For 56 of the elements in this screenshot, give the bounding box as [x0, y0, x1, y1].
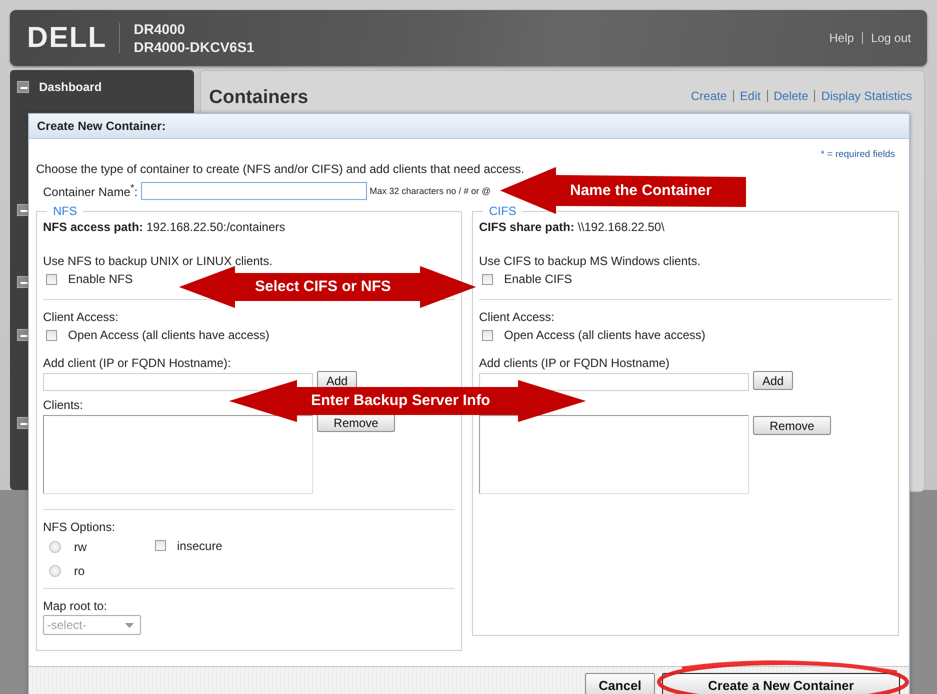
- share-path: NFS access path: 192.168.22.50:/containers: [43, 220, 286, 234]
- collapse-icon[interactable]: [17, 204, 29, 216]
- radio-label: ro: [74, 564, 85, 578]
- checkbox-label: insecure: [177, 538, 222, 552]
- section-legend: CIFS: [483, 204, 522, 218]
- radio-label: rw: [74, 540, 87, 554]
- add-button[interactable]: Add: [753, 371, 793, 390]
- field-label: Client Access:: [43, 310, 120, 324]
- select-dropdown: -select-: [43, 615, 141, 635]
- hostname: DR4000-DKCV6S1: [134, 38, 254, 56]
- checkbox-label: Enable CIFS: [504, 272, 572, 286]
- checkbox[interactable]: [155, 540, 166, 551]
- create-button[interactable]: Create a New Container: [662, 672, 900, 694]
- collapse-icon[interactable]: [17, 417, 29, 429]
- field-label: Client Access:: [479, 310, 556, 324]
- share-path: CIFS share path: \\192.168.22.50\: [479, 220, 666, 234]
- client-field[interactable]: [43, 373, 313, 391]
- dialog-title: Create New Container:: [29, 114, 909, 139]
- page-title: Containers: [209, 87, 308, 109]
- collapse-icon[interactable]: [17, 276, 29, 288]
- usage-text: Use CIFS to backup MS Windows clients.: [479, 254, 702, 268]
- caret-icon: [125, 622, 134, 628]
- checkbox-label: Open Access (all clients have access): [504, 328, 706, 342]
- remove-button[interactable]: Remove: [753, 416, 831, 435]
- field-label: Clients:: [43, 398, 84, 412]
- checkbox[interactable]: [46, 274, 57, 284]
- field-label: Map root to:: [43, 599, 108, 613]
- callout-text: Enter Backup Server Info: [311, 392, 490, 410]
- checkbox-label: Enable NFS: [68, 272, 133, 286]
- dell-logo: DELL: [27, 23, 120, 53]
- radio-button[interactable]: [49, 541, 61, 553]
- radio-button[interactable]: [49, 565, 61, 577]
- intro-text: Choose the type of container to create (NFS and/or CIFS) and add clients that need access.: [36, 162, 526, 176]
- product-name: DR4000: [134, 20, 186, 38]
- callout-text: Select CIFS or NFS: [255, 278, 391, 296]
- checkbox[interactable]: [482, 274, 493, 284]
- field-label: NFS Options:: [43, 520, 116, 534]
- required-note: * = required fields: [820, 149, 895, 160]
- field-label: Add client (IP or FQDN Hostname):: [43, 356, 232, 370]
- nav-item[interactable]: Dashboard: [39, 80, 102, 94]
- cancel-button[interactable]: Cancel: [585, 672, 655, 694]
- field-label: Add clients (IP or FQDN Hostname): [479, 356, 671, 370]
- header-link[interactable]: Help: [829, 31, 854, 45]
- callout-text: Name the Container: [570, 182, 712, 200]
- checkbox[interactable]: [46, 330, 57, 340]
- checkbox[interactable]: [482, 330, 493, 340]
- header-link[interactable]: Log out: [870, 31, 911, 45]
- hint-text: Max 32 characters no / # or @: [370, 186, 491, 196]
- usage-text: Use NFS to backup UNIX or LINUX clients.: [43, 254, 274, 268]
- collapse-icon[interactable]: [17, 329, 29, 341]
- container-name-field[interactable]: [140, 182, 367, 200]
- collapse-icon[interactable]: [17, 81, 29, 93]
- checkbox-label: Open Access (all clients have access): [68, 328, 270, 342]
- client-field[interactable]: [479, 373, 749, 391]
- field-label: Container Name$^{*}$:: [43, 183, 138, 199]
- section-legend: NFS: [47, 204, 83, 218]
